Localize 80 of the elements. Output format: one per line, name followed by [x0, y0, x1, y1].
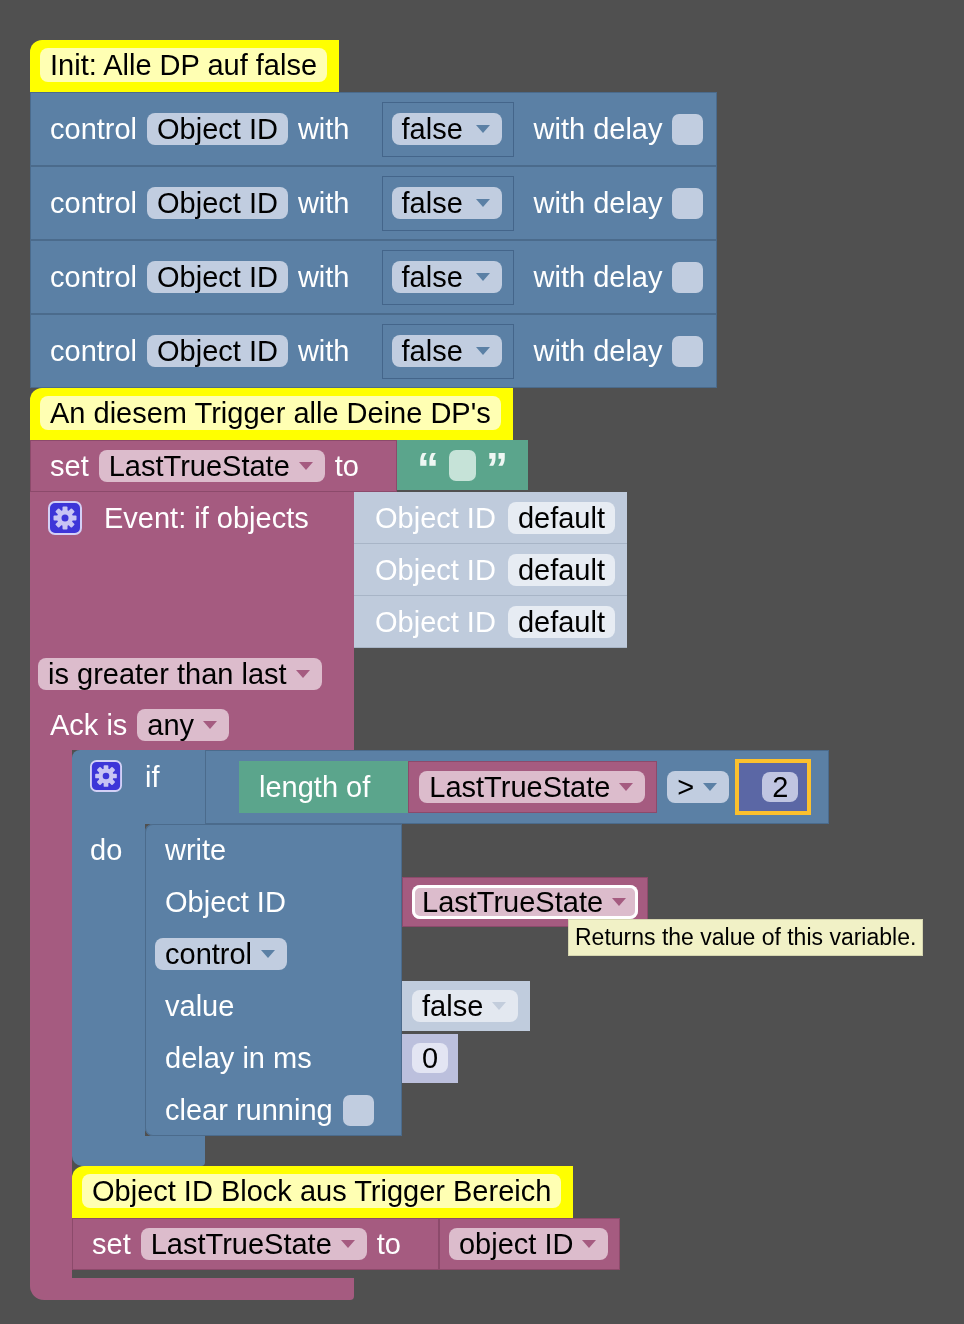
- block-label: with delay: [533, 262, 663, 292]
- block-label: with: [297, 262, 350, 292]
- object-id-field[interactable]: Object ID: [147, 113, 288, 145]
- block-label: set: [50, 451, 89, 481]
- block-label: control: [50, 262, 138, 292]
- caret-icon: [475, 199, 490, 207]
- caret-icon: [612, 898, 627, 906]
- caret-icon: [298, 462, 313, 470]
- block-label: with delay: [533, 336, 663, 366]
- block-label: control: [50, 188, 138, 218]
- value-dropdown[interactable]: false: [391, 187, 502, 219]
- comment-text: An diesem Trigger alle Deine DP's: [40, 396, 501, 430]
- gear-icon[interactable]: [90, 760, 122, 792]
- block-label: with delay: [533, 114, 663, 144]
- text-field[interactable]: default: [507, 606, 615, 638]
- operator-dropdown[interactable]: >: [667, 771, 730, 803]
- delay-checkbox[interactable]: [672, 261, 704, 293]
- value-dropdown[interactable]: false: [391, 261, 502, 293]
- block-label: with: [297, 188, 350, 218]
- variable-dropdown[interactable]: LastTrueState: [98, 450, 325, 482]
- text-field[interactable]: default: [507, 554, 615, 586]
- caret-icon: [475, 125, 490, 133]
- number-field[interactable]: 0: [412, 1043, 449, 1073]
- value-dropdown[interactable]: false: [412, 990, 519, 1022]
- block-label: Object ID: [375, 555, 496, 585]
- block-label: if: [145, 763, 160, 792]
- close-quote: ”: [485, 447, 508, 491]
- object-id-field[interactable]: Object ID: [147, 335, 288, 367]
- caret-icon: [261, 950, 276, 958]
- object-id-field[interactable]: Object ID: [147, 187, 288, 219]
- text-input-field[interactable]: [448, 449, 476, 481]
- caret-icon: [203, 721, 218, 729]
- block-label: write: [165, 835, 227, 865]
- caret-icon: [619, 783, 634, 791]
- variable-dropdown[interactable]: LastTrueState: [419, 771, 646, 803]
- block-label: delay in ms: [165, 1043, 312, 1073]
- block-label: Object ID: [375, 607, 496, 637]
- block-label: Ack is: [50, 710, 128, 740]
- block-label: with delay: [533, 188, 663, 218]
- caret-icon: [492, 1002, 507, 1010]
- object-id-field[interactable]: Object ID: [147, 261, 288, 293]
- value-dropdown[interactable]: false: [391, 113, 502, 145]
- condition-dropdown[interactable]: is greater than last: [38, 658, 322, 690]
- delay-checkbox[interactable]: [672, 335, 704, 367]
- block-label: clear running: [165, 1095, 333, 1125]
- ack-dropdown[interactable]: any: [137, 709, 230, 741]
- caret-icon: [582, 1240, 597, 1248]
- delay-checkbox[interactable]: [672, 113, 704, 145]
- tooltip: Returns the value of this variable.: [568, 919, 924, 956]
- caret-icon: [703, 783, 718, 791]
- number-field[interactable]: 2: [762, 772, 799, 802]
- variable-dropdown[interactable]: LastTrueState: [140, 1228, 367, 1260]
- mode-dropdown[interactable]: control: [155, 938, 288, 970]
- caret-icon: [340, 1240, 355, 1248]
- object-id-dropdown[interactable]: object ID: [448, 1228, 609, 1260]
- clear-running-checkbox[interactable]: [342, 1094, 374, 1126]
- comment-text: Object ID Block aus Trigger Bereich: [82, 1174, 562, 1208]
- block-label: to: [376, 1229, 401, 1259]
- block-label: control: [50, 336, 138, 366]
- caret-icon: [295, 670, 310, 678]
- block-label: Object ID: [165, 887, 286, 917]
- block-label: length of: [258, 772, 371, 802]
- open-quote: “: [416, 447, 439, 491]
- value-dropdown[interactable]: false: [391, 335, 502, 367]
- variable-dropdown[interactable]: LastTrueState: [412, 885, 639, 919]
- block-label: with: [297, 114, 350, 144]
- block-label: set: [92, 1229, 131, 1259]
- block-label: Object ID: [375, 503, 496, 533]
- block-label: Event: if objects: [104, 503, 309, 533]
- block-label: control: [50, 114, 138, 144]
- gear-icon[interactable]: [48, 501, 82, 535]
- block-label: value: [165, 991, 235, 1021]
- delay-checkbox[interactable]: [672, 187, 704, 219]
- comment-text: Init: Alle DP auf false: [40, 48, 328, 82]
- block-label: do: [90, 835, 123, 865]
- block-label: with: [297, 336, 350, 366]
- text-field[interactable]: default: [507, 502, 615, 534]
- block-label: to: [334, 451, 359, 481]
- caret-icon: [475, 347, 490, 355]
- caret-icon: [475, 273, 490, 281]
